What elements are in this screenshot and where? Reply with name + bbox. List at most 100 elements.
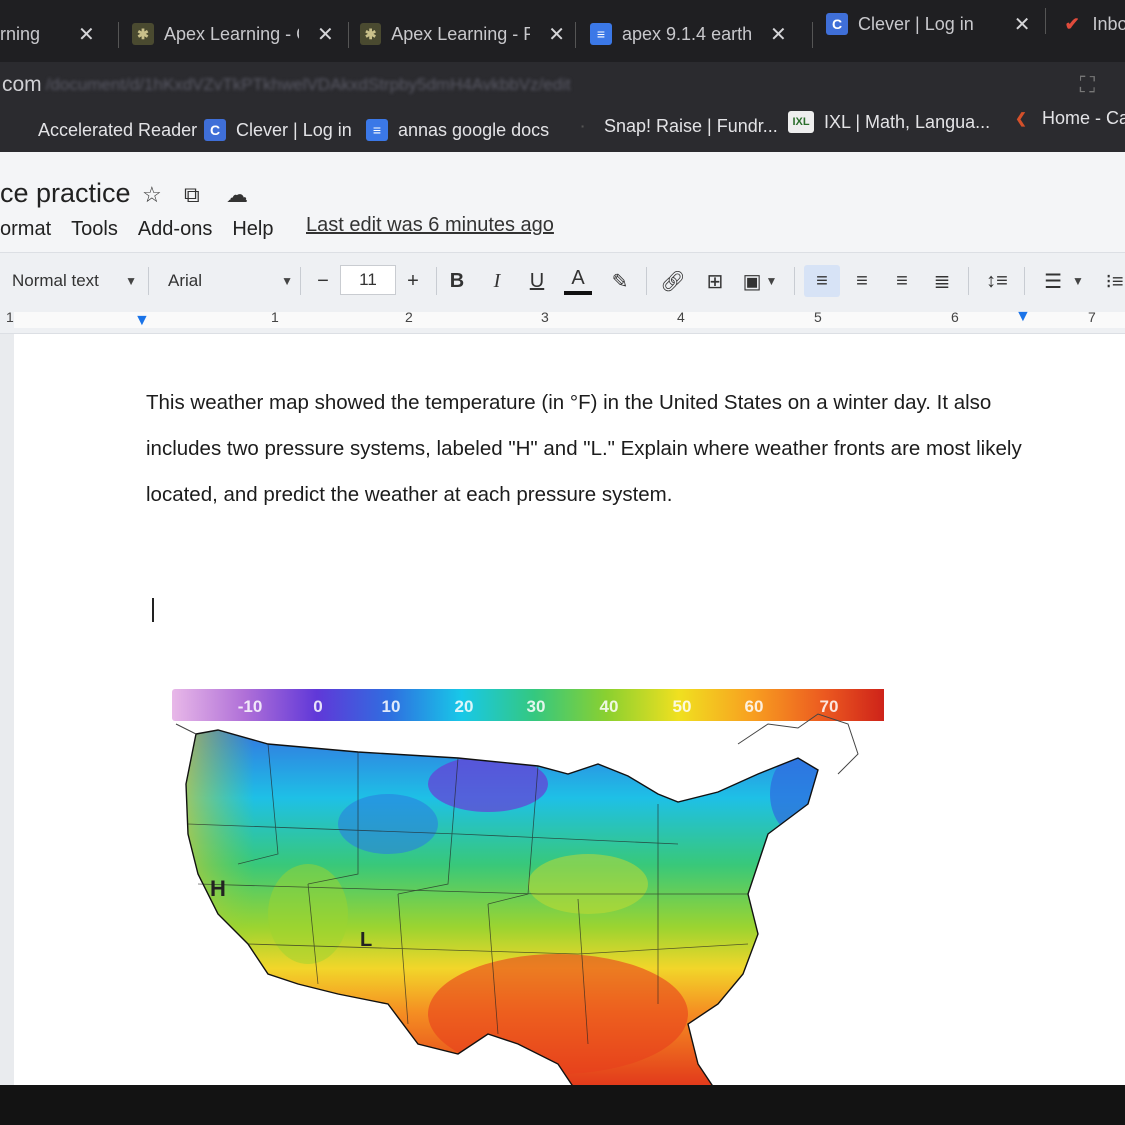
scale-label: 50 <box>673 697 692 716</box>
gmail-icon: ✔ <box>1064 13 1080 34</box>
apex-icon: ✱ <box>360 23 382 45</box>
scale-label: 0 <box>313 697 322 716</box>
question-text: This weather map showed the temperature … <box>146 391 1022 506</box>
address-bar[interactable]: com /document/d/1hKxdVZvTkPTkhwelVDAkxdS… <box>0 62 1125 108</box>
browser-tab-strip: rning ✕ ✱ Apex Learning - C ✕ ✱ Apex Lea… <box>0 0 1125 62</box>
line-spacing-icon[interactable]: ↕≡ <box>980 265 1014 297</box>
tab-separator <box>812 22 813 48</box>
increase-font-size-button[interactable]: + <box>398 265 428 297</box>
tab-separator <box>118 22 119 48</box>
decrease-font-size-button[interactable]: − <box>308 265 338 297</box>
toolbar-separator <box>968 267 969 295</box>
scale-label: 60 <box>745 697 764 716</box>
high-pressure-label: H <box>210 876 226 901</box>
tab-separator <box>348 22 349 48</box>
tab-apex-3[interactable]: ✱ Apex Learning - P ✕ <box>360 10 565 58</box>
close-icon[interactable]: ✕ <box>548 22 565 47</box>
add-comment-icon[interactable]: ⊞ <box>700 265 730 297</box>
close-icon[interactable]: ✕ <box>78 22 95 47</box>
bookmark-home[interactable]: ❮ Home - Ca <box>1010 102 1125 134</box>
tab-title: Apex Learning - C <box>164 23 299 44</box>
document-title[interactable]: ce practice <box>0 178 131 209</box>
paragraph-style-dropdown[interactable]: Normal text ▼ <box>12 265 137 297</box>
weather-map-image[interactable]: -10 0 10 20 30 40 50 60 70 H L <box>158 684 884 1085</box>
right-indent-marker-icon[interactable]: ▼ <box>1015 308 1031 326</box>
bold-button[interactable]: B <box>444 265 470 297</box>
ruler-number: 6 <box>951 309 959 325</box>
tab-title: Inbo <box>1092 13 1125 34</box>
bookmark-label: Accelerated Reader <box>38 119 198 140</box>
screen: rning ✕ ✱ Apex Learning - C ✕ ✱ Apex Lea… <box>0 0 1125 1085</box>
font-family-dropdown[interactable]: Arial ▼ <box>168 265 293 297</box>
clever-icon: C <box>826 13 848 35</box>
dropdown-caret-icon: ▼ <box>281 274 293 288</box>
formatting-toolbar: Normal text ▼ Arial ▼ − 11 + B I U A ✎ 🔗… <box>0 252 1125 306</box>
align-center-icon[interactable]: ≡ <box>846 265 878 297</box>
ruler-number: 5 <box>814 309 822 325</box>
scale-label: 40 <box>600 697 619 716</box>
tab-docs[interactable]: ≡ apex 9.1.4 earth s ✕ <box>590 10 805 58</box>
us-temperature-field <box>186 730 818 1085</box>
close-icon[interactable]: ✕ <box>770 22 787 47</box>
bulleted-list-icon[interactable]: ⁝≡ <box>1104 265 1125 297</box>
apex-icon: ✱ <box>132 23 154 45</box>
align-right-icon[interactable]: ≡ <box>886 265 918 297</box>
text-cursor <box>152 598 154 622</box>
bookmark-accelerated-reader[interactable]: Accelerated Reader <box>38 114 197 146</box>
extensions-icon[interactable]: ⛶ <box>1080 72 1095 98</box>
tab-gmail[interactable]: ✔ Inbo <box>1062 0 1125 48</box>
bookmark-clever[interactable]: C Clever | Log in <box>204 114 352 146</box>
menu-tools[interactable]: Tools <box>71 218 118 241</box>
tab-separator <box>575 22 576 48</box>
numbered-list-icon[interactable]: ☰ ▼ <box>1036 265 1092 297</box>
toolbar-separator <box>646 267 647 295</box>
tab-apex-1[interactable]: rning ✕ <box>0 10 105 58</box>
italic-button[interactable]: I <box>484 265 510 297</box>
insert-image-icon[interactable]: ▣ ▼ <box>740 265 780 297</box>
text-color-button[interactable]: A <box>564 265 592 295</box>
underline-button[interactable]: U <box>524 265 550 297</box>
toolbar-separator <box>436 267 437 295</box>
tab-clever[interactable]: C Clever | Log in ✕ <box>826 0 1036 48</box>
bookmark-label: IXL | Math, Langua... <box>824 111 991 132</box>
star-icon[interactable]: ☆ <box>142 182 162 208</box>
docs-icon: ≡ <box>590 23 612 45</box>
tab-title: Clever | Log in <box>858 13 974 34</box>
cloud-status-icon[interactable]: ☁ <box>226 182 248 208</box>
scale-label: 30 <box>527 697 546 716</box>
tab-title: Apex Learning - P <box>391 23 531 44</box>
close-icon[interactable]: ✕ <box>1014 12 1031 37</box>
scale-label: 20 <box>455 697 474 716</box>
docs-header: ce practice ☆ ⧉ ☁ ormat Tools Add-ons He… <box>0 152 1125 252</box>
bookmark-ixl[interactable]: IXL IXL | Math, Langua... <box>788 106 990 138</box>
ruler-number: 4 <box>677 309 685 325</box>
snap-raise-icon: · <box>580 118 586 134</box>
left-indent-marker-icon[interactable]: ▼ <box>134 312 150 330</box>
home-site-icon: ❮ <box>1015 109 1027 126</box>
justify-icon[interactable]: ≣ <box>926 265 958 297</box>
tab-title: rning <box>0 23 41 44</box>
insert-link-icon[interactable]: 🔗︎ <box>656 265 690 297</box>
ruler-number: 2 <box>405 309 413 325</box>
highlight-color-icon[interactable]: ✎ <box>606 265 634 297</box>
docs-icon: ≡ <box>366 119 388 141</box>
bookmark-label: Clever | Log in <box>236 119 352 140</box>
tab-apex-2[interactable]: ✱ Apex Learning - C ✕ <box>132 10 337 58</box>
document-page[interactable]: This weather map showed the temperature … <box>14 334 1125 1085</box>
bookmark-snap-raise[interactable]: · Snap! Raise | Fundr... <box>572 110 778 142</box>
bookmark-annas-google-docs[interactable]: ≡ annas google docs <box>366 114 549 146</box>
close-icon[interactable]: ✕ <box>317 22 334 47</box>
weather-map-svg: -10 0 10 20 30 40 50 60 70 H L <box>172 689 884 1085</box>
tab-separator <box>1045 8 1046 34</box>
menu-help[interactable]: Help <box>232 218 273 241</box>
menu-format[interactable]: ormat <box>0 218 51 241</box>
font-size-input[interactable]: 11 <box>340 265 396 295</box>
bookmarks-bar: Accelerated Reader C Clever | Log in ≡ a… <box>0 108 1125 152</box>
toolbar-separator <box>794 267 795 295</box>
ruler-number: 1 <box>6 309 14 325</box>
align-left-icon[interactable]: ≡ <box>804 265 840 297</box>
move-folder-icon[interactable]: ⧉ <box>184 182 200 208</box>
last-edit-link[interactable]: Last edit was 6 minutes ago <box>306 214 554 237</box>
menu-add-ons[interactable]: Add-ons <box>138 218 213 241</box>
ruler-number: 1 <box>271 309 279 325</box>
